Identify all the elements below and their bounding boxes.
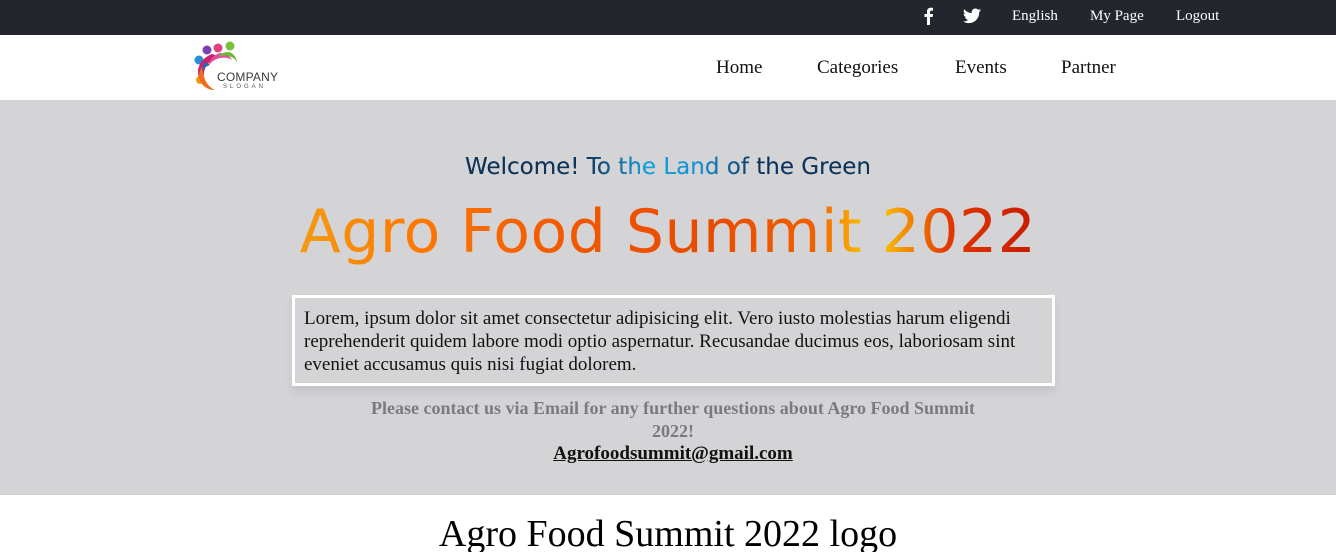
twitter-icon[interactable] <box>963 7 981 25</box>
description-box: Lorem, ipsum dolor sit amet consectetur … <box>292 295 1055 386</box>
logout-link[interactable]: Logout <box>1176 8 1219 25</box>
my-page-link[interactable]: My Page <box>1090 8 1144 25</box>
nav-partner[interactable]: Partner <box>1061 57 1116 79</box>
hero-title-text: Agro Food Summit 2022 <box>299 197 1037 267</box>
hero-title: Agro Food Summit 2022 <box>0 195 1336 269</box>
logo-slogan-text: SLOGAN <box>223 84 267 90</box>
top-bar: English My Page Logout <box>0 0 1336 35</box>
company-logo[interactable]: COMPANY SLOGAN <box>190 40 290 96</box>
welcome-text: Welcome! To the Land of the Green <box>465 154 871 180</box>
logo-section-title: Agro Food Summit 2022 logo <box>438 513 898 552</box>
navbar: COMPANY SLOGAN Home Categories Events Pa… <box>0 35 1336 100</box>
nav-home[interactable]: Home <box>716 57 762 79</box>
logo-company-text: COMPANY <box>217 70 279 84</box>
contact-text: Please contact us via Email for any furt… <box>370 398 976 441</box>
nav-events[interactable]: Events <box>955 57 1007 79</box>
description-text: Lorem, ipsum dolor sit amet consectetur … <box>304 308 1016 375</box>
email-link[interactable]: Agrofoodsummit@gmail.com <box>0 442 1336 465</box>
facebook-icon[interactable] <box>922 7 934 25</box>
nav-categories[interactable]: Categories <box>817 57 898 79</box>
hero-section: Welcome! To the Land of the Green Agro F… <box>0 100 1336 495</box>
welcome-heading: Welcome! To the Land of the Green <box>0 152 1336 182</box>
language-link[interactable]: English <box>1012 8 1058 25</box>
